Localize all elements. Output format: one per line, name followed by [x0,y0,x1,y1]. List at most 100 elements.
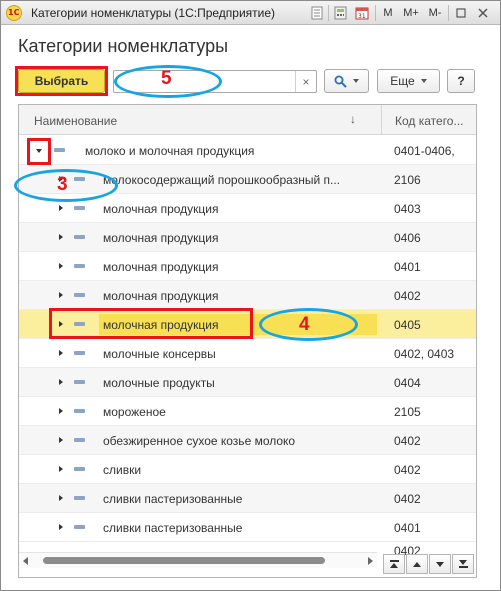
row-name: обезжиренное сухое козье молоко [103,434,296,448]
sort-down-icon: ↓ [350,112,356,126]
app-window: Категории номенклатуры (1С:Предприятие) … [0,0,501,591]
folder-icon [74,264,85,268]
row-code: 0401 [394,260,421,274]
row-name: молочная продукция [103,260,219,274]
last-row-icon [458,560,468,568]
row-name: молокосодержащий порошкообразный п... [103,173,340,187]
window-title: Категории номенклатуры (1С:Предприятие) [31,6,276,20]
folder-icon [74,525,85,529]
title-divider [375,5,376,21]
folder-icon [74,293,85,297]
row-code: 0401 [394,521,421,535]
table-row[interactable]: молоко и молочная продукция 0401-0406, [19,136,476,165]
close-icon[interactable] [475,4,491,22]
row-name: молочная продукция [103,289,219,303]
table-row[interactable]: молочные продукты 0404 [19,368,476,397]
table-row[interactable]: молочная продукция 0406 [19,223,476,252]
chevron-down-icon [420,79,427,83]
row-code: 0402 [394,289,421,303]
expand-toggle-icon[interactable] [59,234,63,240]
row-code: 0402 [394,463,421,477]
table-row[interactable]: сливки пастеризованные 0401 [19,513,476,542]
scroll-right-icon[interactable] [368,557,373,565]
row-name: молочные консервы [103,347,216,361]
folder-icon [54,148,65,152]
row-name: мороженое [103,405,166,419]
column-header-code[interactable]: Код катего... [395,114,463,128]
table-row[interactable]: сливки 0402 [19,455,476,484]
row-code: 0406 [394,231,421,245]
calendar-icon[interactable]: 31 [354,4,370,22]
expand-toggle-icon[interactable] [59,350,63,356]
row-name: молочные продукты [103,376,215,390]
app-logo-icon[interactable] [6,5,22,21]
page-title: Категории номенклатуры [18,36,229,56]
row-name: молочная продукция [103,202,219,216]
more-button[interactable]: Еще [377,69,440,93]
search-icon [334,75,347,88]
help-button[interactable]: ? [447,69,475,93]
clear-search-button[interactable]: × [295,71,316,92]
next-row-button[interactable] [429,554,451,574]
last-row-button[interactable] [452,554,474,574]
folder-icon [74,496,85,500]
expand-toggle-icon[interactable] [59,437,63,443]
previous-row-button[interactable] [406,554,428,574]
calculator-icon[interactable] [332,4,348,22]
row-code: 0402 [394,434,421,448]
expand-toggle-icon[interactable] [59,292,63,298]
scrollbar-thumb[interactable] [43,557,325,564]
arrow-up-icon [413,561,421,567]
annotation-label-5: 5 [161,68,172,89]
table-row[interactable]: молочная продукция 0401 [19,252,476,281]
first-row-button[interactable] [383,554,405,574]
row-name: сливки пастеризованные [103,492,243,506]
row-code: 0402 [394,492,421,506]
arrow-down-icon [436,561,444,567]
column-header-name[interactable]: Наименование [34,114,117,128]
horizontal-scrollbar[interactable] [19,552,377,568]
scroll-left-icon[interactable] [23,557,28,565]
folder-icon [74,438,85,442]
expand-toggle-icon[interactable] [59,263,63,269]
title-bar: Категории номенклатуры (1С:Предприятие) … [1,1,500,25]
first-row-icon [389,560,399,568]
annotation-highlight-select [15,66,108,96]
memory-plus-button[interactable]: M+ [401,4,421,22]
row-name: сливки [103,463,142,477]
expand-toggle-icon[interactable] [59,379,63,385]
table-row[interactable]: мороженое 2105 [19,397,476,426]
title-divider [448,5,449,21]
table-row[interactable]: обезжиренное сухое козье молоко 0402 [19,426,476,455]
memory-minus-button[interactable]: M- [426,4,444,22]
chevron-down-icon [353,79,359,83]
folder-icon [74,380,85,384]
folder-icon [74,235,85,239]
row-navigation [383,554,474,574]
folder-icon [74,351,85,355]
annotation-highlight-expander [27,138,51,165]
expand-toggle-icon[interactable] [59,495,63,501]
table-row[interactable]: молочные консервы 0402, 0403 [19,339,476,368]
memory-button[interactable]: M [381,4,395,22]
expand-toggle-icon[interactable] [59,205,63,211]
expand-toggle-icon[interactable] [59,466,63,472]
more-button-label: Еще [390,74,415,88]
document-icon[interactable] [309,4,325,22]
restore-icon[interactable] [454,4,468,22]
row-code: 0401-0406, [394,144,455,158]
table-row[interactable]: молочная продукция 0402 [19,281,476,310]
annotation-label-4: 4 [299,314,310,335]
row-name: молочная продукция [103,231,219,245]
search-button[interactable] [324,69,369,93]
row-code: 0402, 0403 [394,347,455,361]
table-row[interactable]: сливки пастеризованные 0402 [19,484,476,513]
row-name: сливки пастеризованные [103,521,243,535]
column-divider[interactable] [381,105,382,135]
annotation-label-3: 3 [57,174,68,195]
folder-icon [74,467,85,471]
expand-toggle-icon[interactable] [59,524,63,530]
expand-toggle-icon[interactable] [59,408,63,414]
row-code: 0405 [394,318,421,332]
annotation-highlight-row [49,308,253,339]
